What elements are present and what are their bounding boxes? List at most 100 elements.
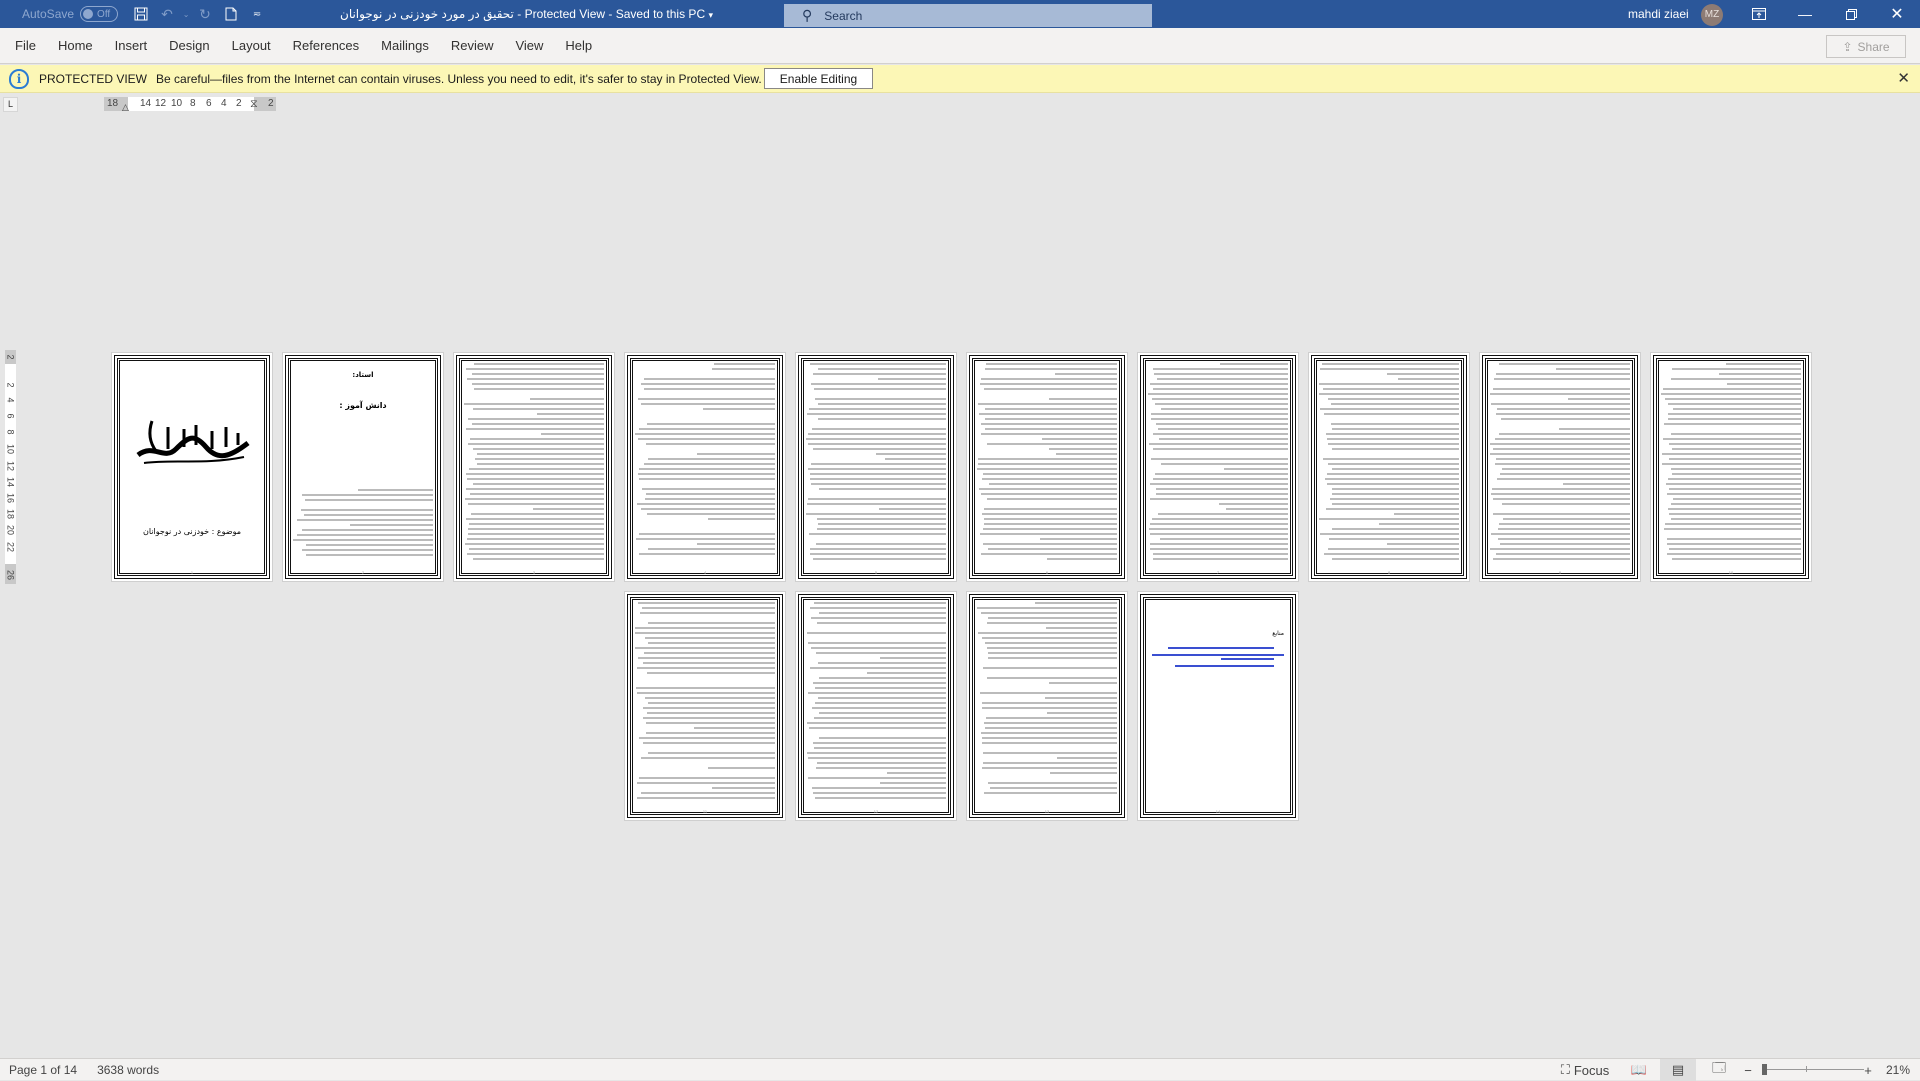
page-8[interactable]: 8 bbox=[1308, 352, 1470, 582]
text-line bbox=[987, 657, 1117, 659]
zoom-out-button[interactable]: − bbox=[1740, 1059, 1756, 1081]
text-line bbox=[1151, 413, 1288, 415]
text-line bbox=[810, 478, 946, 480]
customize-toolbar-icon[interactable]: ≂ bbox=[244, 0, 270, 28]
text-line bbox=[877, 378, 946, 380]
ruler-tick: 20 bbox=[5, 524, 16, 535]
reference-link[interactable] bbox=[1168, 647, 1274, 649]
user-name[interactable]: mahdi ziaei bbox=[1628, 0, 1689, 28]
text-line bbox=[816, 528, 946, 530]
text-line bbox=[810, 463, 946, 465]
text-line bbox=[1726, 363, 1801, 365]
page-2[interactable]: استاد: دانش آموز : 2 bbox=[282, 352, 444, 582]
tab-insert[interactable]: Insert bbox=[104, 28, 159, 64]
indent-marker-icon[interactable]: △ bbox=[122, 102, 129, 113]
tab-layout[interactable]: Layout bbox=[221, 28, 282, 64]
page-11[interactable]: 11 bbox=[624, 591, 786, 821]
text-line bbox=[644, 637, 775, 639]
page-12[interactable]: 12 bbox=[795, 591, 957, 821]
text-line bbox=[808, 757, 946, 759]
text-line bbox=[638, 398, 775, 400]
page-14[interactable]: منابع 14 bbox=[1137, 591, 1299, 821]
text-line bbox=[465, 368, 604, 370]
page-7[interactable]: 7 bbox=[1137, 352, 1299, 582]
autosave-toggle[interactable]: AutoSave Off bbox=[22, 6, 119, 22]
text-line bbox=[818, 418, 946, 420]
search-input[interactable]: ⚲ Search bbox=[784, 4, 1152, 27]
text-line bbox=[1672, 408, 1801, 410]
print-layout-icon[interactable]: ▤ bbox=[1660, 1059, 1696, 1081]
document-title[interactable]: تحقیق در مورد خودزنی در نوجوانان - Prote… bbox=[340, 0, 713, 28]
web-layout-icon[interactable]: 🗔 bbox=[1706, 1059, 1732, 1081]
text-line bbox=[302, 549, 433, 551]
avatar[interactable]: MZ bbox=[1701, 4, 1723, 26]
text-line bbox=[473, 363, 604, 365]
tab-review[interactable]: Review bbox=[440, 28, 505, 64]
ribbon-display-options-icon[interactable] bbox=[1736, 0, 1782, 28]
zoom-slider[interactable] bbox=[1764, 1069, 1864, 1070]
tab-mailings[interactable]: Mailings bbox=[370, 28, 440, 64]
minimize-icon[interactable]: — bbox=[1782, 0, 1828, 28]
tab-view[interactable]: View bbox=[504, 28, 554, 64]
save-icon[interactable] bbox=[128, 0, 154, 28]
tab-file[interactable]: File bbox=[4, 28, 47, 64]
redo-icon[interactable]: ↻ bbox=[192, 0, 218, 28]
text-line bbox=[1503, 518, 1630, 520]
page-4[interactable]: 4 bbox=[624, 352, 786, 582]
horizontal-ruler[interactable]: 18 △ 14 12 10 8 6 4 2 ⧖ 2 bbox=[104, 97, 276, 113]
tab-selector[interactable]: L bbox=[3, 97, 18, 112]
text-line bbox=[980, 433, 1117, 435]
share-button[interactable]: ⇪ Share bbox=[1826, 35, 1906, 58]
text-line bbox=[637, 503, 775, 505]
tab-design[interactable]: Design bbox=[158, 28, 220, 64]
close-icon[interactable]: ✕ bbox=[1874, 0, 1920, 28]
ruler-tick: 18 bbox=[5, 508, 16, 519]
hanging-indent-icon[interactable]: ⧖ bbox=[250, 98, 258, 111]
page-10[interactable]: 10 bbox=[1650, 352, 1812, 582]
text-line bbox=[1667, 543, 1801, 545]
reference-link[interactable] bbox=[1152, 654, 1284, 656]
text-line bbox=[1574, 383, 1630, 385]
text-line bbox=[1153, 388, 1288, 390]
page-5[interactable]: 5 bbox=[795, 352, 957, 582]
zoom-in-button[interactable]: + bbox=[1860, 1059, 1876, 1081]
restore-icon[interactable] bbox=[1828, 0, 1874, 28]
reference-link[interactable] bbox=[1221, 658, 1274, 660]
zoom-level[interactable]: 21% bbox=[1880, 1059, 1916, 1081]
word-count[interactable]: 3638 words bbox=[97, 1063, 159, 1077]
enable-editing-button[interactable]: Enable Editing bbox=[764, 68, 873, 89]
text-line bbox=[1490, 453, 1630, 455]
autosave-switch[interactable]: Off bbox=[80, 6, 119, 22]
read-mode-icon[interactable]: 📖 bbox=[1626, 1059, 1652, 1081]
tab-home[interactable]: Home bbox=[47, 28, 104, 64]
focus-button[interactable]: ⛶ Focus bbox=[1560, 1059, 1610, 1081]
tab-help[interactable]: Help bbox=[554, 28, 603, 64]
page-3[interactable]: 3 bbox=[453, 352, 615, 582]
undo-icon[interactable]: ↶ bbox=[154, 0, 180, 28]
text-line bbox=[1493, 498, 1630, 500]
zoom-slider-thumb[interactable] bbox=[1762, 1064, 1767, 1075]
tab-references[interactable]: References bbox=[282, 28, 370, 64]
search-icon: ⚲ bbox=[802, 7, 813, 23]
text-line bbox=[301, 509, 433, 511]
text-line bbox=[472, 423, 604, 425]
page-13[interactable]: 13 bbox=[966, 591, 1128, 821]
page-6[interactable]: 6 bbox=[966, 352, 1128, 582]
text-line bbox=[1332, 493, 1459, 495]
text-line bbox=[979, 533, 1117, 535]
vertical-ruler[interactable]: 2 2 4 6 8 10 12 14 16 18 20 22 26 bbox=[5, 350, 16, 584]
text-line bbox=[707, 518, 775, 520]
close-icon[interactable]: ✕ bbox=[1897, 69, 1910, 87]
undo-dropdown-icon[interactable]: ⌄ bbox=[180, 0, 192, 28]
reference-link[interactable] bbox=[1175, 665, 1274, 667]
ruler-tick: 2 bbox=[268, 98, 274, 109]
text-line bbox=[902, 393, 946, 395]
new-document-icon[interactable] bbox=[218, 0, 244, 28]
text-line bbox=[644, 498, 775, 500]
page-indicator[interactable]: Page 1 of 14 bbox=[9, 1063, 77, 1077]
text-line bbox=[641, 508, 775, 510]
text-line bbox=[1322, 363, 1459, 365]
focus-label: Focus bbox=[1573, 1062, 1610, 1078]
page-1[interactable]: موضوع : خودزنی در نوجوانان 1 bbox=[111, 352, 273, 582]
page-9[interactable]: 9 bbox=[1479, 352, 1641, 582]
